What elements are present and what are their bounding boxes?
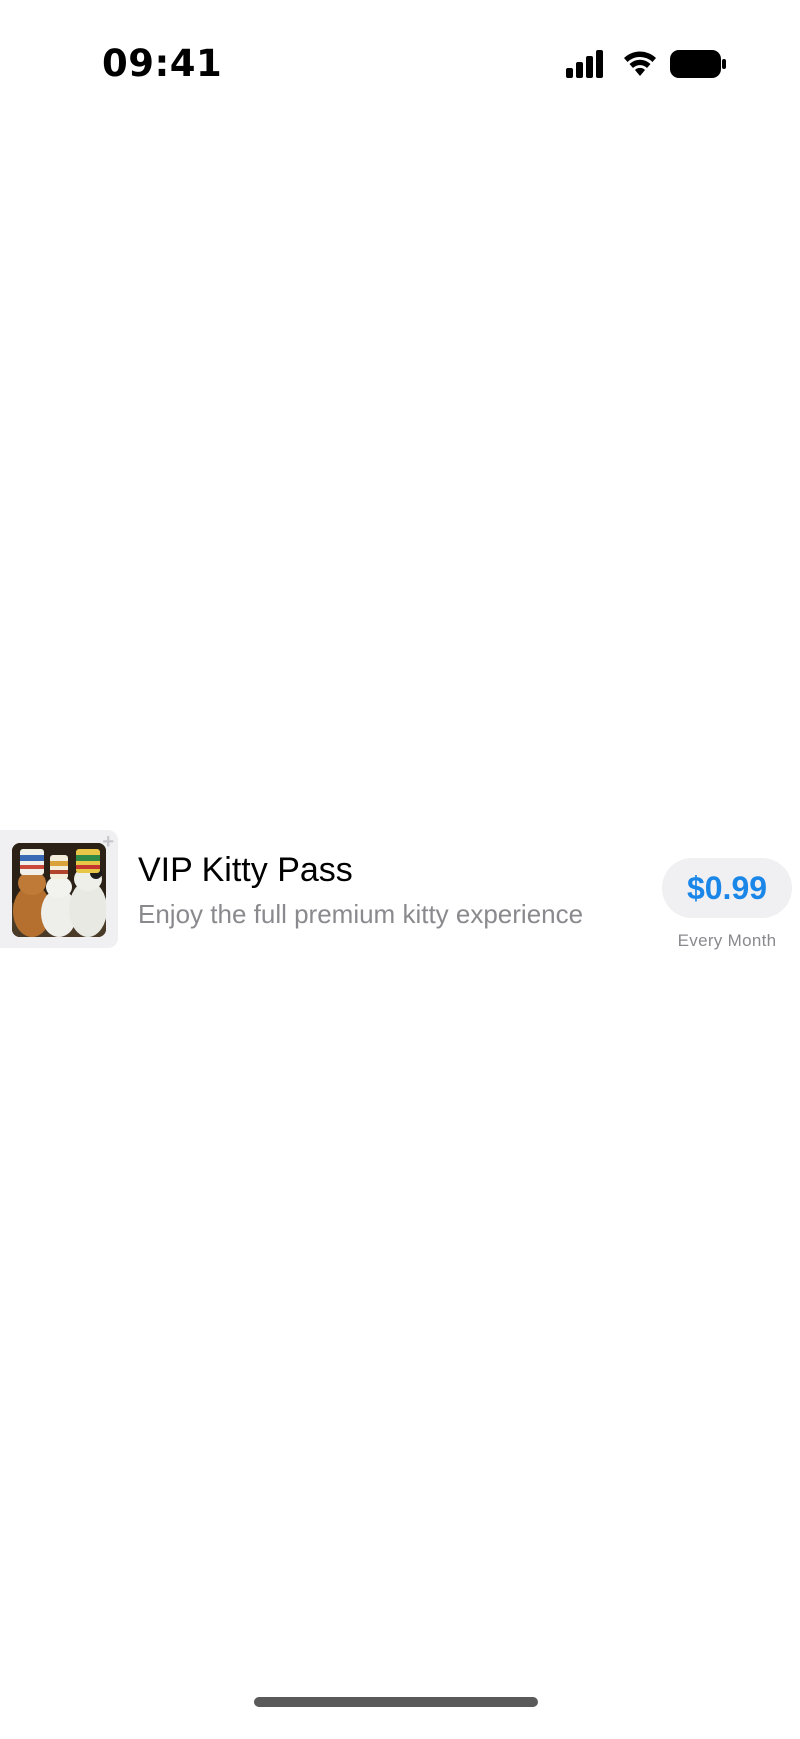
status-bar: 09:41 — [0, 0, 800, 130]
subscription-title: VIP Kitty Pass — [138, 851, 353, 889]
status-icons — [566, 44, 736, 84]
price-period: Every Month — [677, 931, 777, 950]
home-indicator[interactable] — [254, 1697, 538, 1707]
screen: 09:41 + VIP Kitty Pass Enjoy the full pr… — [0, 0, 800, 1739]
signal-icon — [566, 50, 603, 78]
cats-thumbnail-image — [12, 843, 106, 937]
thumbnail-frame: + — [0, 830, 118, 948]
price-button[interactable]: $0.99 — [662, 858, 792, 918]
battery-icon — [670, 50, 726, 78]
wifi-icon — [624, 51, 656, 76]
subscription-row[interactable]: + VIP Kitty Pass Enjoy the full premium … — [0, 830, 800, 960]
subscription-description: Enjoy the full premium kitty experience — [138, 899, 584, 929]
status-time: 09:41 — [102, 42, 223, 85]
